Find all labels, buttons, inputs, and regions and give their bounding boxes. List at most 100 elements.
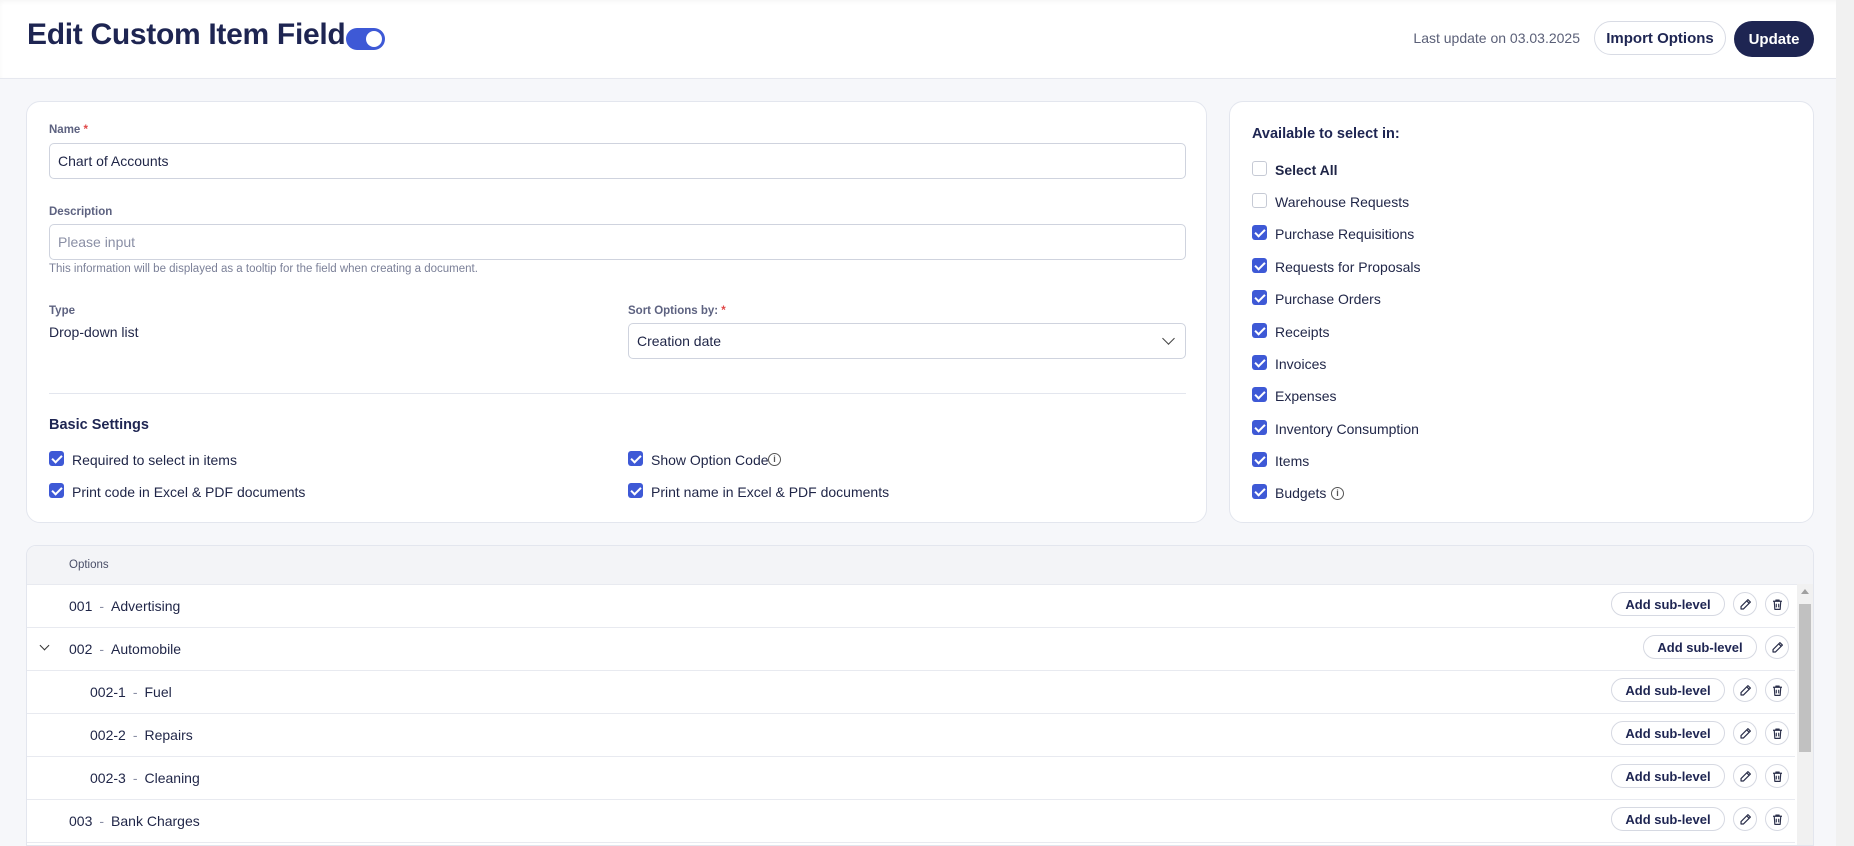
edit-button[interactable] bbox=[1733, 678, 1757, 702]
pencil-icon bbox=[1771, 641, 1783, 653]
table-row[interactable]: 002-1- Fuel Add sub-level bbox=[27, 670, 1795, 714]
field-settings-card: Name * Chart of Accounts Description Ple… bbox=[26, 101, 1207, 523]
receipts-checkbox[interactable] bbox=[1252, 323, 1267, 338]
invoices-checkbox[interactable] bbox=[1252, 355, 1267, 370]
edit-button[interactable] bbox=[1733, 764, 1757, 788]
description-hint: This information will be displayed as a … bbox=[49, 263, 478, 275]
availability-card: Available to select in: Select All Wareh… bbox=[1229, 101, 1814, 523]
trash-icon bbox=[1772, 813, 1782, 825]
options-column-header: Options bbox=[69, 559, 109, 571]
table-row[interactable]: 002- Automobile Add sub-level bbox=[27, 627, 1795, 671]
items-label: Items bbox=[1275, 453, 1310, 469]
purchase-requisitions-checkbox[interactable] bbox=[1252, 225, 1267, 240]
option-label: 003- Bank Charges bbox=[69, 813, 200, 829]
last-update-text: Last update on 03.03.2025 bbox=[1413, 30, 1580, 46]
trash-icon bbox=[1772, 684, 1782, 696]
option-label: 002-1- Fuel bbox=[90, 684, 172, 700]
toggle-knob bbox=[366, 31, 382, 47]
warehouse-requests-checkbox[interactable] bbox=[1252, 193, 1267, 208]
select-all-checkbox[interactable] bbox=[1252, 161, 1267, 176]
trash-icon bbox=[1772, 727, 1782, 739]
table-row[interactable]: 003- Bank Charges Add sub-level bbox=[27, 799, 1795, 843]
purchase-orders-label: Purchase Orders bbox=[1275, 291, 1381, 307]
table-row[interactable]: 001- Advertising Add sub-level bbox=[27, 584, 1795, 628]
pencil-icon bbox=[1739, 598, 1751, 610]
description-placeholder: Please input bbox=[58, 234, 136, 250]
edit-button[interactable] bbox=[1733, 592, 1757, 616]
trash-icon bbox=[1772, 770, 1782, 782]
name-label: Name * bbox=[49, 124, 89, 136]
edit-button[interactable] bbox=[1733, 721, 1757, 745]
update-button[interactable]: Update bbox=[1734, 21, 1814, 57]
purchase-orders-checkbox[interactable] bbox=[1252, 290, 1267, 305]
add-sub-level-button[interactable]: Add sub-level bbox=[1643, 635, 1757, 659]
table-row[interactable]: 002-3- Cleaning Add sub-level bbox=[27, 756, 1795, 800]
options-table: Options 001- Advertising Add sub-level 00… bbox=[26, 545, 1814, 846]
option-label: 001- Advertising bbox=[69, 598, 181, 614]
print-name-label: Print name in Excel & PDF documents bbox=[651, 484, 890, 500]
requests-for-proposals-label: Requests for Proposals bbox=[1275, 259, 1421, 275]
add-sub-level-button[interactable]: Add sub-level bbox=[1611, 678, 1725, 702]
requests-for-proposals-checkbox[interactable] bbox=[1252, 258, 1267, 273]
active-toggle[interactable] bbox=[346, 28, 385, 50]
show-code-label: Show Option Code bbox=[651, 452, 769, 468]
inventory-consumption-checkbox[interactable] bbox=[1252, 420, 1267, 435]
print-code-label: Print code in Excel & PDF documents bbox=[72, 484, 306, 500]
page-scrollbar[interactable] bbox=[1836, 0, 1854, 846]
edit-button[interactable] bbox=[1733, 807, 1757, 831]
type-label: Type bbox=[49, 305, 75, 317]
name-input-value: Chart of Accounts bbox=[58, 153, 169, 169]
import-options-button[interactable]: Import Options bbox=[1594, 21, 1726, 55]
delete-button[interactable] bbox=[1765, 678, 1789, 702]
scrollbar-thumb[interactable] bbox=[1799, 604, 1811, 752]
sort-select-value: Creation date bbox=[637, 333, 722, 349]
print-code-checkbox[interactable] bbox=[49, 483, 64, 498]
info-icon[interactable]: i bbox=[1331, 487, 1344, 500]
expenses-label: Expenses bbox=[1275, 388, 1337, 404]
option-label: 002- Automobile bbox=[69, 641, 182, 657]
delete-button[interactable] bbox=[1765, 592, 1789, 616]
print-name-checkbox[interactable] bbox=[628, 483, 643, 498]
trash-icon bbox=[1772, 598, 1782, 610]
inventory-consumption-label: Inventory Consumption bbox=[1275, 421, 1419, 437]
edit-button[interactable] bbox=[1765, 635, 1789, 659]
items-checkbox[interactable] bbox=[1252, 452, 1267, 467]
table-row[interactable]: 002-2- Repairs Add sub-level bbox=[27, 713, 1795, 757]
delete-button[interactable] bbox=[1765, 721, 1789, 745]
invoices-label: Invoices bbox=[1275, 356, 1327, 372]
divider bbox=[49, 393, 1186, 394]
scroll-up-arrow[interactable] bbox=[1801, 589, 1809, 594]
sort-select[interactable]: Creation date bbox=[628, 323, 1186, 359]
expenses-checkbox[interactable] bbox=[1252, 387, 1267, 402]
add-sub-level-button[interactable]: Add sub-level bbox=[1611, 764, 1725, 788]
select-all-label: Select All bbox=[1275, 162, 1338, 178]
delete-button[interactable] bbox=[1765, 764, 1789, 788]
option-label: 002-3- Cleaning bbox=[90, 770, 200, 786]
page-title: Edit Custom Item Field bbox=[27, 18, 346, 51]
pencil-icon bbox=[1739, 684, 1751, 696]
add-sub-level-button[interactable]: Add sub-level bbox=[1611, 721, 1725, 745]
warehouse-requests-label: Warehouse Requests bbox=[1275, 194, 1410, 210]
type-value: Drop-down list bbox=[49, 324, 139, 340]
pencil-icon bbox=[1739, 727, 1751, 739]
chevron-down-icon[interactable] bbox=[39, 640, 50, 651]
basic-settings-title: Basic Settings bbox=[49, 417, 149, 433]
pencil-icon bbox=[1739, 813, 1751, 825]
info-icon[interactable]: i bbox=[768, 453, 781, 466]
chevron-down-icon bbox=[1162, 332, 1175, 345]
show-code-checkbox[interactable] bbox=[628, 451, 643, 466]
description-input[interactable]: Please input bbox=[49, 224, 1186, 260]
budgets-checkbox[interactable] bbox=[1252, 484, 1267, 499]
description-label: Description bbox=[49, 206, 113, 218]
name-input[interactable]: Chart of Accounts bbox=[49, 143, 1186, 179]
required-checkbox[interactable] bbox=[49, 451, 64, 466]
add-sub-level-button[interactable]: Add sub-level bbox=[1611, 807, 1725, 831]
required-label: Required to select in items bbox=[72, 452, 237, 468]
add-sub-level-button[interactable]: Add sub-level bbox=[1611, 592, 1725, 616]
sort-label: Sort Options by: * bbox=[628, 305, 726, 317]
pencil-icon bbox=[1739, 770, 1751, 782]
delete-button[interactable] bbox=[1765, 807, 1789, 831]
purchase-requisitions-label: Purchase Requisitions bbox=[1275, 226, 1415, 242]
receipts-label: Receipts bbox=[1275, 324, 1330, 340]
options-scrollbar[interactable] bbox=[1797, 584, 1813, 845]
